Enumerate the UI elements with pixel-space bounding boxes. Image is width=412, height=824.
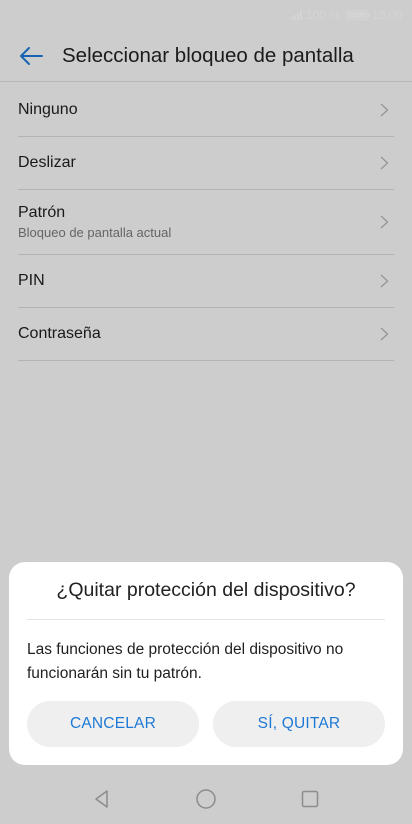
back-triangle-icon[interactable] (91, 788, 113, 810)
navigation-bar (0, 774, 412, 824)
screen: 100 % 10:00 Seleccionar bloqueo de panta… (0, 0, 412, 824)
dialog-message: Las funciones de protección del disposit… (27, 641, 344, 682)
remove-protection-dialog: ¿Quitar protección del dispositivo? Las … (9, 562, 403, 765)
confirm-remove-button[interactable]: SÍ, QUITAR (213, 701, 385, 747)
home-circle-icon[interactable] (195, 788, 217, 810)
cancel-button[interactable]: CANCELAR (27, 701, 199, 747)
dialog-divider (27, 619, 385, 620)
recents-square-icon[interactable] (299, 788, 321, 810)
dialog-title: ¿Quitar protección del dispositivo? (56, 579, 356, 601)
dialog-buttons: CANCELAR SÍ, QUITAR (27, 701, 385, 747)
